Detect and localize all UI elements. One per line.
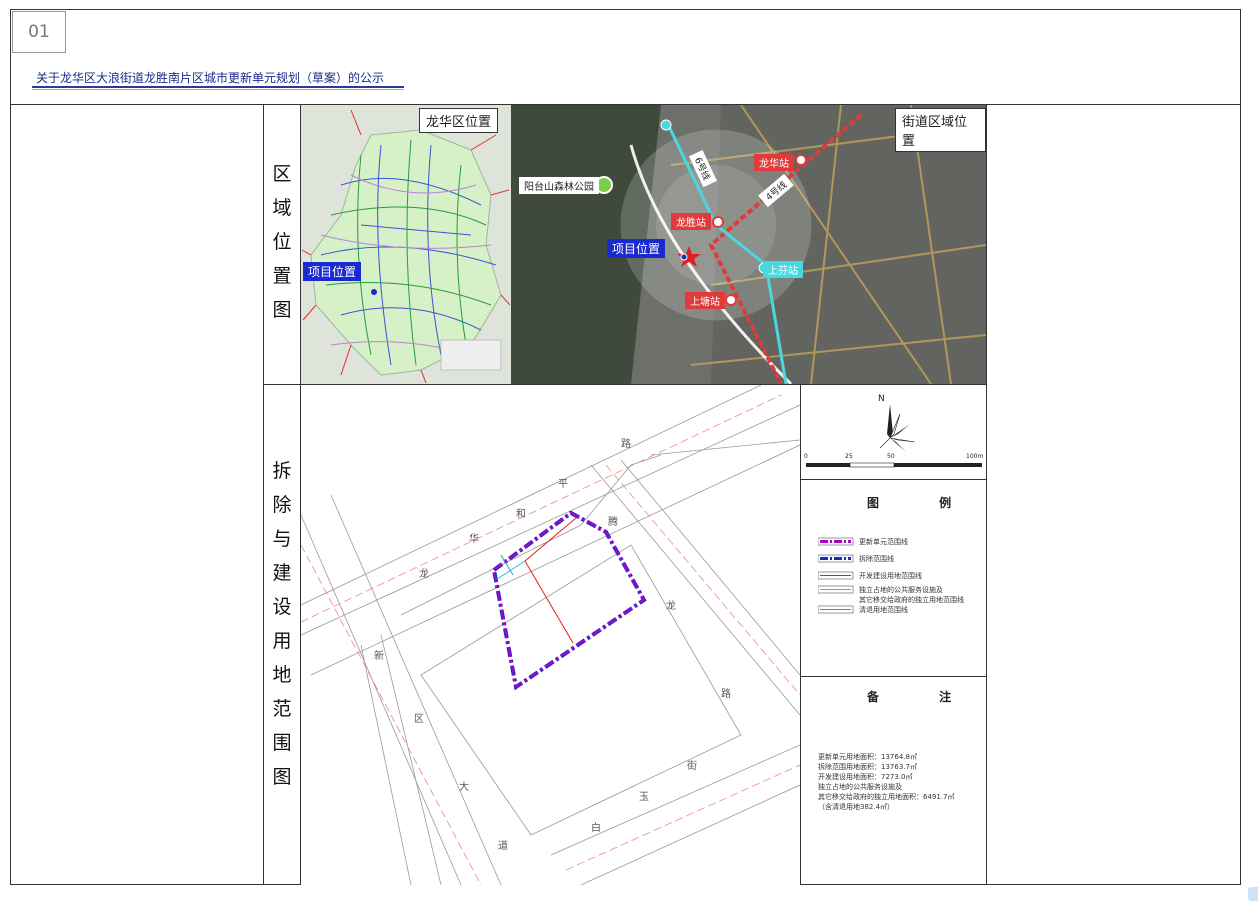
road-char-lu-top: 路 — [621, 439, 631, 450]
road-char-jie: 街 — [687, 761, 697, 772]
legend-item-development-boundary: 开发建设用地范围线 — [859, 572, 922, 580]
legend-swatches — [818, 537, 854, 614]
scale-bar — [806, 462, 982, 468]
remarks-title: 备 注 — [867, 690, 980, 704]
road-char-he: 和 — [516, 509, 526, 520]
road-char-bai: 白 — [591, 823, 601, 834]
district-map-project-tag: 项目位置 — [303, 262, 362, 281]
label-column-left-border — [263, 104, 264, 885]
station-longsheng: 龙胜站 — [671, 213, 711, 230]
district-map-title: 龙华区位置 — [419, 108, 499, 133]
remark-clearance-area: （含清退用地382.4㎡） — [818, 803, 895, 811]
park-label: 阳台山森林公园 — [519, 177, 599, 194]
remark-renewal-area: 更新单元用地面积：13764.8㎡ — [818, 753, 917, 761]
road-char-ping: 平 — [558, 479, 568, 490]
legend-item-renewal-boundary: 更新单元范围线 — [859, 538, 908, 546]
scale-tick-50: 50 — [887, 453, 895, 460]
site-plan-drawing — [301, 385, 800, 885]
remark-demolition-area: 拆除范围用地面积：13763.7㎡ — [818, 763, 917, 771]
road-char-dao: 道 — [498, 841, 508, 852]
scroll-handle-icon[interactable] — [1248, 887, 1258, 901]
site-plan-map: 龙 华 和 平 路 腾 龙 路 新 区 大 道 白 玉 街 — [301, 385, 800, 885]
legend-item-demolition-boundary: 拆除范围线 — [859, 555, 894, 563]
road-char-long-right: 龙 — [666, 601, 676, 612]
legend-item-public-facility-line1: 独立占地的公共服务设施及 — [859, 586, 943, 594]
compass-icon — [879, 404, 916, 452]
section2-label: 拆除与建设用地范围图 — [272, 460, 292, 788]
remark-development-area: 开发建设用地面积：7273.0㎡ — [818, 773, 913, 781]
title-underline-secondary — [32, 89, 404, 90]
road-char-qu: 区 — [414, 714, 424, 725]
content-right-border — [986, 104, 987, 885]
legend-item-clearance-boundary: 清退用地范围线 — [859, 606, 908, 614]
station-shangfen: 上芬站 — [763, 261, 803, 278]
road-char-teng: 腾 — [608, 517, 618, 528]
scale-tick-25: 25 — [845, 453, 853, 460]
road-char-da: 大 — [459, 782, 469, 793]
remark-public-facility-area: 其它移交给政府的独立用地面积：6491.7㎡ — [818, 793, 955, 801]
legend-item-public-facility-line2: 其它移交给政府的独立用地范围线 — [859, 596, 964, 604]
legend-title: 图 例 — [867, 496, 980, 510]
page-title: 关于龙华区大浪街道龙胜南片区城市更新单元规划（草案）的公示 — [36, 71, 385, 85]
legend-remarks-divider — [800, 676, 986, 677]
site-panel-divider — [800, 385, 801, 885]
street-location-map: 街道区域位置 阳台山森林公园 项目位置 龙华站 龙胜站 上塘站 上芬站 6号线 … — [511, 105, 986, 384]
station-longhua: 龙华站 — [754, 154, 794, 171]
street-map-title: 街道区域位置 — [895, 108, 986, 152]
scale-tick-100m: 100m — [966, 453, 984, 460]
page-number: 01 — [12, 11, 66, 53]
road-char-lu-right: 路 — [721, 689, 731, 700]
north-label: N — [878, 394, 885, 404]
station-shangtang: 上塘站 — [685, 292, 725, 309]
district-map-drawing — [301, 105, 511, 384]
section1-label: 区域位置图 — [272, 163, 292, 321]
road-char-yu: 玉 — [639, 792, 649, 803]
title-underline — [32, 86, 404, 88]
street-map-project-tag: 项目位置 — [607, 239, 666, 258]
road-char-hua: 华 — [469, 534, 479, 545]
remark-public-facility-line1: 独立占地的公共服务设施及 — [818, 783, 902, 791]
district-location-map: 龙华区位置 项目位置 — [301, 105, 511, 384]
road-char-xin: 新 — [374, 651, 384, 662]
scale-tick-0: 0 — [804, 453, 808, 460]
road-char-long: 龙 — [419, 569, 429, 580]
compass-legend-divider — [800, 479, 986, 480]
